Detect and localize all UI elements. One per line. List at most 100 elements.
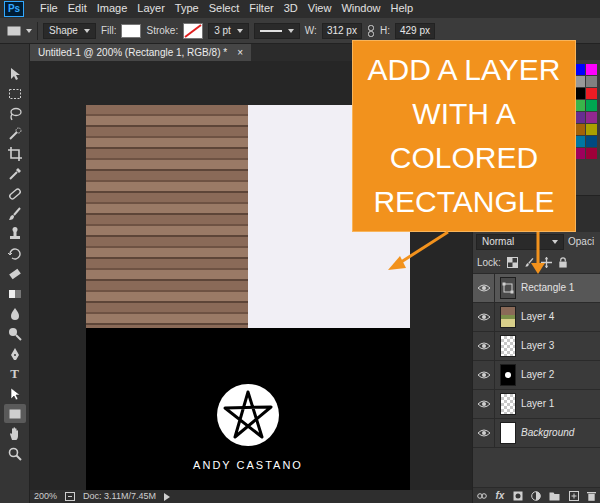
menu-item[interactable]: Layer bbox=[137, 2, 165, 15]
color-swatch[interactable] bbox=[586, 88, 597, 99]
tool-button[interactable] bbox=[4, 204, 26, 223]
fill-swatch[interactable] bbox=[121, 24, 141, 38]
menu-item[interactable]: Edit bbox=[68, 2, 87, 15]
width-field[interactable]: 312 px bbox=[322, 23, 362, 39]
hand-icon bbox=[7, 426, 23, 442]
document-tab[interactable]: Untitled-1 @ 200% (Rectangle 1, RGB/8) *… bbox=[30, 44, 251, 61]
transparency-lock-icon[interactable] bbox=[507, 257, 518, 268]
layer-name[interactable]: Layer 4 bbox=[521, 311, 554, 323]
tool-button[interactable] bbox=[4, 124, 26, 143]
layer-name[interactable]: Layer 1 bbox=[521, 398, 554, 410]
new-layer-icon[interactable] bbox=[569, 491, 579, 501]
menu-item[interactable]: Filter bbox=[249, 2, 273, 15]
layer-row[interactable]: Layer 2 bbox=[473, 361, 600, 390]
tool-button[interactable] bbox=[4, 144, 26, 163]
link-icon[interactable] bbox=[367, 25, 375, 37]
tool-button[interactable] bbox=[4, 264, 26, 283]
tool-button[interactable] bbox=[4, 444, 26, 463]
layer-style-button[interactable]: fx bbox=[495, 490, 504, 502]
menu-item[interactable]: Image bbox=[97, 2, 128, 15]
tool-button[interactable] bbox=[4, 384, 26, 403]
type-tool-icon: T bbox=[10, 367, 19, 380]
layer-name[interactable]: Layer 2 bbox=[521, 369, 554, 381]
healing-icon bbox=[7, 186, 23, 202]
layer-row[interactable]: Layer 3 bbox=[473, 332, 600, 361]
tool-button[interactable]: T bbox=[4, 364, 26, 383]
layer-row[interactable]: Layer 1 bbox=[473, 390, 600, 419]
trash-icon[interactable] bbox=[587, 491, 596, 501]
menu-item[interactable]: Window bbox=[341, 2, 380, 15]
tool-button[interactable] bbox=[4, 404, 26, 423]
stroke-width-dropdown[interactable]: 3 pt bbox=[208, 23, 249, 39]
layer-thumbnail bbox=[500, 393, 516, 415]
blend-mode-dropdown[interactable]: Normal bbox=[476, 234, 564, 250]
visibility-toggle[interactable] bbox=[473, 419, 495, 447]
color-swatch[interactable] bbox=[586, 100, 597, 111]
move-lock-icon[interactable] bbox=[541, 257, 552, 268]
tool-button[interactable] bbox=[4, 424, 26, 443]
visibility-toggle[interactable] bbox=[473, 332, 495, 360]
layer-name[interactable]: Background bbox=[521, 427, 574, 439]
mask-icon[interactable] bbox=[513, 491, 523, 501]
expand-icon[interactable] bbox=[164, 493, 170, 501]
tool-button[interactable] bbox=[4, 344, 26, 363]
color-swatch[interactable] bbox=[586, 148, 597, 159]
tool-button[interactable] bbox=[4, 64, 26, 83]
tool-button[interactable] bbox=[4, 284, 26, 303]
menu-item[interactable]: Select bbox=[209, 2, 240, 15]
eye-icon bbox=[477, 340, 491, 352]
tool-button[interactable] bbox=[4, 244, 26, 263]
visibility-toggle[interactable] bbox=[473, 303, 495, 331]
tool-button[interactable] bbox=[4, 104, 26, 123]
stroke-swatch-icon[interactable] bbox=[183, 23, 203, 39]
layer-row[interactable]: Background bbox=[473, 419, 600, 448]
mode-dropdown[interactable]: Shape bbox=[43, 23, 96, 39]
document-title: Untitled-1 @ 200% (Rectangle 1, RGB/8) * bbox=[38, 47, 227, 59]
export-icon[interactable] bbox=[65, 492, 75, 501]
menu-item[interactable]: Type bbox=[175, 2, 199, 15]
callout-line: ADD A LAYER bbox=[353, 48, 575, 92]
close-button[interactable]: × bbox=[237, 47, 243, 59]
tool-preset[interactable] bbox=[6, 24, 32, 38]
color-swatch[interactable] bbox=[586, 124, 597, 135]
menu-item[interactable]: View bbox=[308, 2, 332, 15]
color-swatch[interactable] bbox=[586, 112, 597, 123]
star-logo-icon bbox=[216, 383, 280, 447]
tool-button[interactable] bbox=[4, 164, 26, 183]
layer-row[interactable]: Layer 4 bbox=[473, 303, 600, 332]
visibility-toggle[interactable] bbox=[473, 390, 495, 418]
dropdown-caret-icon bbox=[552, 240, 558, 244]
padlock-icon[interactable] bbox=[558, 257, 568, 268]
layer-name[interactable]: Rectangle 1 bbox=[521, 282, 574, 294]
tool-button[interactable] bbox=[4, 324, 26, 343]
visibility-toggle[interactable] bbox=[473, 274, 495, 302]
layer-name[interactable]: Layer 3 bbox=[521, 340, 554, 352]
menu-item[interactable]: 3D bbox=[284, 2, 298, 15]
brush-lock-icon[interactable] bbox=[524, 257, 535, 268]
height-field[interactable]: 429 px bbox=[395, 23, 435, 39]
color-swatch[interactable] bbox=[586, 64, 597, 75]
layer-thumbnail bbox=[500, 306, 516, 328]
link-layers-icon[interactable] bbox=[477, 491, 487, 501]
tool-button[interactable] bbox=[4, 84, 26, 103]
tool-button[interactable] bbox=[4, 184, 26, 203]
visibility-toggle[interactable] bbox=[473, 361, 495, 389]
folder-icon[interactable] bbox=[549, 491, 560, 501]
color-swatch[interactable] bbox=[586, 136, 597, 147]
pen-icon bbox=[7, 346, 23, 362]
gradient-icon bbox=[7, 286, 23, 302]
brush-icon bbox=[7, 206, 23, 222]
layer-thumbnail bbox=[500, 422, 516, 444]
menu-item[interactable]: Help bbox=[391, 2, 414, 15]
layer-row[interactable]: Rectangle 1 bbox=[473, 274, 600, 303]
eye-icon bbox=[477, 398, 491, 410]
tool-button[interactable] bbox=[4, 304, 26, 323]
logo-thumb-icon bbox=[505, 372, 511, 378]
adjustment-icon[interactable] bbox=[531, 491, 541, 501]
tool-button[interactable] bbox=[4, 224, 26, 243]
line-style-dropdown[interactable] bbox=[254, 23, 300, 39]
photo bbox=[86, 105, 248, 328]
menu-item[interactable]: File bbox=[40, 2, 58, 15]
zoom-level[interactable]: 200% bbox=[34, 491, 57, 502]
color-swatch[interactable] bbox=[586, 76, 597, 87]
